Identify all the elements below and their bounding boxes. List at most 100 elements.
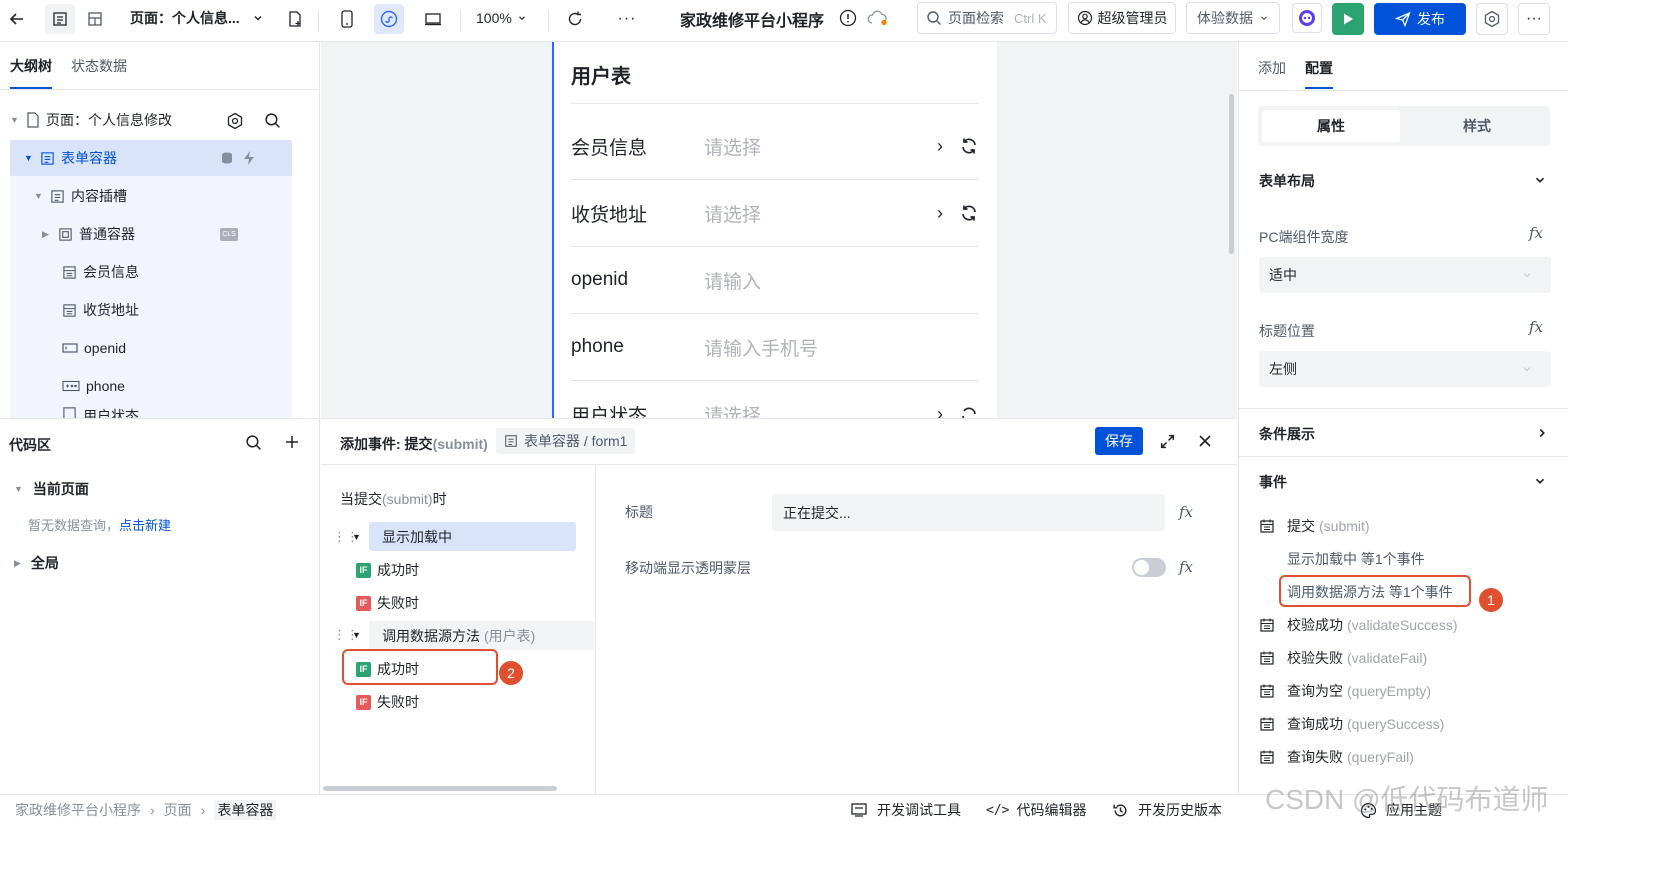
publish-label: 发布 xyxy=(1417,11,1445,27)
search-icon[interactable] xyxy=(264,112,281,129)
fx-icon[interactable]: fx xyxy=(1179,558,1193,576)
dev-tools-button[interactable]: 开发调试工具 xyxy=(850,800,961,820)
tree-item-slot[interactable]: ▼ 内容插槽 xyxy=(10,178,292,214)
form-placeholder: 请选择 xyxy=(704,137,762,159)
database-icon[interactable] xyxy=(220,151,234,165)
outline-view-icon[interactable] xyxy=(45,4,75,34)
title-pos-select[interactable]: 左侧 xyxy=(1259,351,1551,387)
breadcrumb-item[interactable]: 表单容器 xyxy=(214,800,277,820)
divider xyxy=(571,103,979,104)
tree-item-phone[interactable]: phone xyxy=(10,368,292,404)
event-validate-success[interactable]: 校验成功 (validateSuccess) xyxy=(1259,615,1458,635)
page-search-input[interactable]: 页面检索 Ctrl K xyxy=(917,2,1057,34)
lightning-icon[interactable] xyxy=(242,150,256,166)
chevron-down-icon[interactable] xyxy=(1533,173,1547,187)
event-validate-fail[interactable]: 校验失败 (validateFail) xyxy=(1259,648,1427,668)
chevron-down-icon xyxy=(1261,16,1267,21)
ai-assistant-icon[interactable] xyxy=(1292,3,1322,33)
reload-icon[interactable] xyxy=(959,405,979,419)
pc-width-select[interactable]: 适中 xyxy=(1259,257,1551,293)
zoom-selector[interactable]: 100% xyxy=(476,9,527,27)
breadcrumb-item[interactable]: 家政维修平台小程序 xyxy=(15,800,141,820)
create-link[interactable]: 点击新建 xyxy=(119,518,171,533)
action-call-datasource[interactable]: 调用数据源方法 (用户表) xyxy=(369,621,594,650)
close-icon[interactable] xyxy=(1198,434,1212,448)
info-icon[interactable] xyxy=(838,8,858,28)
tree-item-address[interactable]: 收货地址 xyxy=(10,292,292,328)
event-query-success[interactable]: 查询成功 (querySuccess) xyxy=(1259,714,1444,734)
fx-icon[interactable]: fx xyxy=(1529,224,1543,242)
seg-attributes[interactable]: 属性 xyxy=(1262,110,1400,142)
section-events[interactable]: 事件 xyxy=(1259,472,1287,492)
section-form-layout[interactable]: 表单布局 xyxy=(1259,171,1315,191)
data-mode-select[interactable]: 体验数据 xyxy=(1186,2,1280,34)
miniprogram-preview-icon[interactable] xyxy=(374,4,404,34)
layout-view-icon[interactable] xyxy=(80,4,110,34)
fx-icon[interactable]: fx xyxy=(1179,503,1193,521)
role-button[interactable]: 超级管理员 xyxy=(1068,2,1176,34)
tree-item-status[interactable]: 用户状态 xyxy=(10,406,292,418)
page-settings-icon[interactable] xyxy=(226,112,244,130)
event-submit[interactable]: 提交 (submit) xyxy=(1259,516,1370,536)
refresh-icon[interactable] xyxy=(560,4,590,34)
more-menu-icon[interactable]: ··· xyxy=(1518,3,1550,35)
back-arrow-icon[interactable] xyxy=(2,4,32,34)
tab-add[interactable]: 添加 xyxy=(1258,58,1286,78)
save-button[interactable]: 保存 xyxy=(1095,427,1143,455)
pc-preview-icon[interactable] xyxy=(418,4,448,34)
settings-icon[interactable] xyxy=(1476,3,1508,35)
event-sub-loading[interactable]: 显示加载中 等1个事件 xyxy=(1287,549,1425,569)
caret-down-icon[interactable]: ▼ xyxy=(352,630,361,640)
section-condition[interactable]: 条件展示 xyxy=(1259,424,1315,444)
branch-fail-1[interactable]: IF 失败时 xyxy=(356,593,419,613)
tab-state-data[interactable]: 状态数据 xyxy=(71,56,127,76)
event-sub-datasource[interactable]: 调用数据源方法 等1个事件 xyxy=(1287,582,1453,602)
tree-item-member[interactable]: 会员信息 xyxy=(10,254,292,290)
page-selector[interactable]: 页面：个人信息... xyxy=(130,8,264,28)
branch-success-2[interactable]: IF 成功时 xyxy=(356,659,419,679)
user-icon xyxy=(1077,10,1092,26)
chevron-down-icon[interactable] xyxy=(1533,474,1547,488)
publish-button[interactable]: 发布 xyxy=(1374,3,1466,35)
canvas-scrollbar[interactable] xyxy=(1229,94,1234,254)
more-icon[interactable]: ··· xyxy=(612,4,642,34)
tree-item-page[interactable]: ▼ 页面：个人信息修改 xyxy=(10,102,292,138)
mask-toggle[interactable] xyxy=(1132,558,1166,577)
tree-item-form-container[interactable]: ▼ 表单容器 xyxy=(10,140,292,176)
theme-button[interactable]: 应用主题 xyxy=(1360,800,1442,820)
tab-config[interactable]: 配置 xyxy=(1305,58,1333,78)
code-editor-button[interactable]: </> 代码编辑器 xyxy=(986,800,1086,820)
branch-fail-2[interactable]: IF 失败时 xyxy=(356,692,419,712)
form-row-member[interactable]: 会员信息 请选择 › xyxy=(571,113,979,180)
add-page-icon[interactable] xyxy=(280,4,310,34)
flow-scrollbar[interactable] xyxy=(323,786,557,791)
tree-item-openid[interactable]: openid xyxy=(10,330,292,366)
tree-item-container[interactable]: ▶ 普通容器 CLS xyxy=(10,216,292,252)
tree-current-page[interactable]: ▼ 当前页面 xyxy=(14,479,89,499)
form-row-status[interactable]: 用户状态 请选择 › xyxy=(571,381,979,418)
expand-icon[interactable] xyxy=(1159,433,1176,450)
seg-style[interactable]: 样式 xyxy=(1408,110,1546,142)
event-query-empty[interactable]: 查询为空 (queryEmpty) xyxy=(1259,681,1431,701)
run-preview-button[interactable] xyxy=(1332,3,1364,35)
form-row-openid[interactable]: openid 请输入 xyxy=(571,247,979,314)
form-row-phone[interactable]: phone 请输入手机号 xyxy=(571,314,979,381)
event-query-fail[interactable]: 查询失败 (queryFail) xyxy=(1259,747,1414,767)
history-button[interactable]: 开发历史版本 xyxy=(1112,800,1222,820)
chevron-right-icon[interactable] xyxy=(1535,426,1549,440)
branch-success-1[interactable]: IF 成功时 xyxy=(356,560,419,580)
reload-icon[interactable] xyxy=(959,136,979,156)
caret-down-icon[interactable]: ▼ xyxy=(352,532,361,542)
fx-icon[interactable]: fx xyxy=(1529,318,1543,336)
form-row-address[interactable]: 收货地址 请选择 › xyxy=(571,180,979,247)
mobile-preview-icon[interactable] xyxy=(332,4,362,34)
breadcrumb-item[interactable]: 页面 xyxy=(164,800,192,820)
field-title-input[interactable]: 正在提交... xyxy=(772,494,1165,531)
tree-global[interactable]: ▶ 全局 xyxy=(14,553,59,573)
search-icon[interactable] xyxy=(245,434,262,451)
tab-outline-tree[interactable]: 大纲树 xyxy=(10,56,52,76)
mobile-preview: 用户表 会员信息 请选择 › 收货地址 请选择 › openid 请输入 pho… xyxy=(552,42,997,418)
reload-icon[interactable] xyxy=(959,203,979,223)
plus-icon[interactable] xyxy=(284,434,300,450)
action-show-loading[interactable]: 显示加载中 xyxy=(369,522,576,551)
